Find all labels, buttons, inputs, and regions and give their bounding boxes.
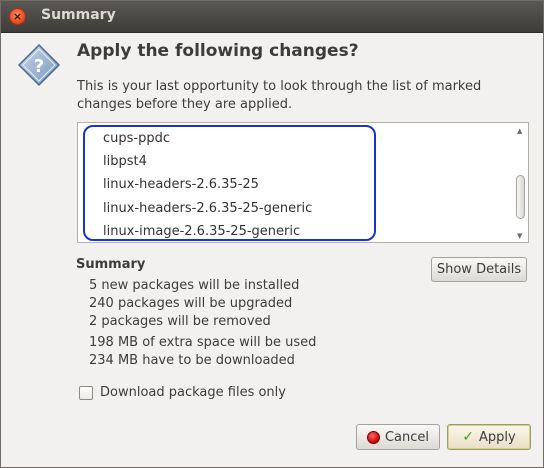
dialog-description: This is your last opportunity to look th… <box>77 79 482 112</box>
svg-text:?: ? <box>34 56 44 77</box>
scroll-down-icon[interactable]: ▼ <box>517 232 522 240</box>
package-item[interactable]: linux-image-2.6.35-25-generic <box>103 224 300 239</box>
apply-button[interactable]: ✓ Apply <box>447 424 531 450</box>
summary-heading: Summary <box>76 257 146 272</box>
summary-line: 198 MB of extra space will be used <box>89 335 317 350</box>
summary-line: 5 new packages will be installed <box>89 278 300 293</box>
window-title: Summary <box>41 7 116 23</box>
apply-label: Apply <box>479 429 516 445</box>
title-bar[interactable]: × Summary <box>1 1 543 33</box>
package-list[interactable]: cups-ppdc libpst4 linux-headers-2.6.35-2… <box>77 122 529 243</box>
scroll-thumb[interactable] <box>516 175 525 219</box>
dialog-heading: Apply the following changes? <box>77 41 359 61</box>
package-item[interactable]: cups-ppdc <box>103 131 170 146</box>
package-item[interactable]: linux-headers-2.6.35-25 <box>103 177 259 192</box>
package-item[interactable]: linux-headers-2.6.35-25-generic <box>103 201 312 216</box>
package-item[interactable]: libpst4 <box>103 154 147 169</box>
cancel-button[interactable]: Cancel <box>356 424 440 450</box>
show-details-button[interactable]: Show Details <box>431 257 527 282</box>
summary-line: 234 MB have to be downloaded <box>89 353 295 368</box>
download-only-label[interactable]: Download package files only <box>100 385 286 400</box>
scroll-up-icon[interactable]: ▲ <box>517 127 522 135</box>
list-scrollbar[interactable]: ▲ ▼ <box>516 125 526 240</box>
download-only-checkbox[interactable] <box>79 386 93 400</box>
checkmark-icon: ✓ <box>462 429 475 445</box>
summary-dialog: × Summary ? Apply the following changes?… <box>0 0 544 468</box>
summary-line: 240 packages will be upgraded <box>89 296 293 311</box>
close-icon[interactable]: × <box>9 8 26 25</box>
cancel-icon <box>366 430 380 444</box>
cancel-label: Cancel <box>384 429 430 445</box>
question-icon: ? <box>17 43 61 87</box>
summary-line: 2 packages will be removed <box>89 314 271 329</box>
